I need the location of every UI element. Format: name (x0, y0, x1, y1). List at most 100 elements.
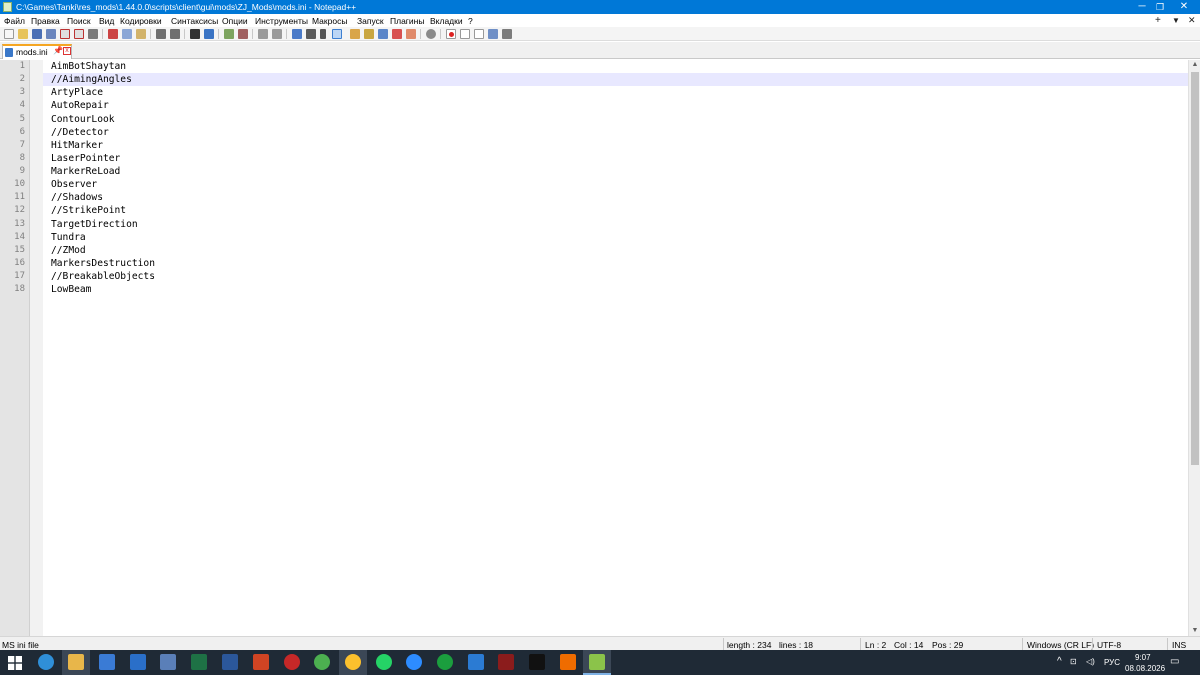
line-text[interactable]: //Shadows (51, 191, 103, 204)
menu-search[interactable]: Поиск (67, 16, 91, 26)
whatsapp-icon[interactable] (376, 654, 392, 670)
scroll-up-icon[interactable]: ▲ (1189, 60, 1200, 70)
line-text[interactable]: HitMarker (51, 139, 103, 152)
copy-icon[interactable] (122, 29, 132, 39)
editor-line[interactable]: 3 ArtyPlace (20, 86, 1188, 99)
text-area[interactable]: 1 AimBotShaytan 2//AimingAngles 3 ArtyPlace 4… (14, 60, 1188, 636)
new-tab-plus-icon[interactable]: + (1155, 15, 1161, 26)
run-multiple-macro-icon[interactable] (488, 29, 498, 39)
sync-horizontal-icon[interactable] (272, 29, 282, 39)
line-text[interactable]: //Detector (51, 126, 109, 139)
status-eol[interactable]: Windows (CR LF) (1027, 640, 1094, 650)
clock-date[interactable]: 08.08.2026 (1125, 664, 1165, 673)
editor-line[interactable]: 10 Observer (14, 178, 1188, 191)
red-app-icon[interactable] (284, 654, 300, 670)
status-encoding[interactable]: UTF-8 (1097, 640, 1121, 650)
line-text[interactable]: LaserPointer (51, 152, 120, 165)
paste-icon[interactable] (136, 29, 146, 39)
cut-icon[interactable] (108, 29, 118, 39)
editor-line[interactable]: 7 HitMarker (20, 139, 1188, 152)
fold-margin[interactable] (30, 60, 43, 636)
editor-line[interactable]: 6 //Detector (20, 126, 1188, 139)
menu-edit[interactable]: Правка (31, 16, 60, 26)
editor-line[interactable]: 11 //Shadows (14, 191, 1188, 204)
line-text[interactable]: AimBotShaytan (51, 60, 126, 73)
pin-icon[interactable]: 📌 (53, 46, 63, 55)
menu-file[interactable]: Файл (4, 16, 25, 26)
line-text[interactable]: MarkersDestruction (51, 257, 155, 270)
dark-app-icon[interactable] (498, 654, 514, 670)
save-all-icon[interactable] (46, 29, 56, 39)
menu-syntax[interactable]: Синтаксисы (171, 16, 218, 26)
chrome-profile-icon[interactable] (345, 654, 361, 670)
show-all-chars-icon[interactable] (306, 29, 316, 39)
line-text[interactable]: TargetDirection (51, 218, 138, 231)
close-doc-icon[interactable]: ✕ (1188, 15, 1196, 26)
menu-tools[interactable]: Инструменты (255, 16, 308, 26)
clock-time[interactable]: 9:07 (1135, 653, 1151, 662)
line-text[interactable]: //AimingAngles (51, 73, 132, 86)
save-macro-icon[interactable] (502, 29, 512, 39)
dropdown-chevron-icon[interactable] (320, 29, 326, 39)
function-list-icon[interactable] (392, 29, 402, 39)
new-file-icon[interactable] (4, 29, 14, 39)
replace-icon[interactable] (204, 29, 214, 39)
editor-line[interactable]: 9 MarkerReLoad (20, 165, 1188, 178)
monitoring-eye-icon[interactable] (426, 29, 436, 39)
editor-line[interactable]: 17 //BreakableObjects (14, 270, 1188, 283)
print-icon[interactable] (88, 29, 98, 39)
network-icon[interactable]: ⊡ (1070, 657, 1077, 666)
tab-close-icon[interactable]: x (63, 47, 71, 55)
zoom-icon[interactable] (406, 654, 422, 670)
line-text[interactable]: //BreakableObjects (51, 270, 155, 283)
file-explorer-icon[interactable] (68, 654, 84, 670)
zoom-out-icon[interactable] (238, 29, 248, 39)
line-text[interactable]: LowBeam (51, 283, 91, 296)
close-window-button[interactable]: ✕ (1170, 0, 1198, 14)
indent-guide-icon[interactable] (332, 29, 342, 39)
editor-line[interactable]: 8 LaserPointer (20, 152, 1188, 165)
line-text[interactable]: ArtyPlace (51, 86, 103, 99)
word-icon[interactable] (222, 654, 238, 670)
editor-line[interactable]: 15 //ZMod (14, 244, 1188, 257)
editor-line[interactable]: 1 AimBotShaytan (20, 60, 1188, 73)
excel-icon[interactable] (191, 654, 207, 670)
tab-list-down-icon[interactable]: ▼ (1172, 16, 1180, 25)
editor-line[interactable]: 12 //StrikePoint (14, 204, 1188, 217)
menu-plugins[interactable]: Плагины (390, 16, 424, 26)
snipping-tool-icon[interactable] (160, 654, 176, 670)
orange-app-icon[interactable] (560, 654, 576, 670)
notifications-icon[interactable]: ▭ (1170, 656, 1179, 667)
menu-view[interactable]: Вид (99, 16, 114, 26)
edge-icon[interactable] (38, 654, 54, 670)
outlook-icon[interactable] (130, 654, 146, 670)
line-text[interactable]: //StrikePoint (51, 204, 126, 217)
redo-icon[interactable] (170, 29, 180, 39)
terminal-icon[interactable] (529, 654, 545, 670)
editor-line[interactable]: 2 //AimingAngles (20, 73, 1188, 87)
record-macro-icon[interactable] (446, 29, 456, 39)
tab-mods-ini[interactable]: mods.ini 📌 x (2, 44, 72, 59)
editor-line[interactable]: 5 ContourLook (20, 113, 1188, 126)
menu-macros[interactable]: Макросы (312, 16, 347, 26)
undo-icon[interactable] (156, 29, 166, 39)
ms-store-icon[interactable] (99, 654, 115, 670)
line-text[interactable]: Tundra (51, 231, 86, 244)
find-icon[interactable] (190, 29, 200, 39)
doc-list-icon[interactable] (378, 29, 388, 39)
editor-line[interactable]: 4 AutoRepair (20, 99, 1188, 112)
udl-icon[interactable] (350, 29, 360, 39)
volume-icon[interactable]: ◁) (1086, 657, 1095, 666)
editor[interactable]: 1 AimBotShaytan 2//AimingAngles 3 ArtyPlace 4… (0, 60, 1200, 636)
editor-line[interactable]: 18 LowBeam (14, 283, 1188, 296)
menu-help[interactable]: ? (468, 16, 473, 26)
editor-line[interactable]: 13 TargetDirection (14, 218, 1188, 231)
stop-macro-icon[interactable] (460, 29, 470, 39)
line-text[interactable]: //ZMod (51, 244, 86, 257)
sync-vertical-icon[interactable] (258, 29, 268, 39)
blue-app-icon[interactable] (468, 654, 484, 670)
line-text[interactable]: ContourLook (51, 113, 115, 126)
line-text[interactable]: AutoRepair (51, 99, 109, 112)
scroll-down-icon[interactable]: ▼ (1189, 626, 1200, 636)
zoom-in-icon[interactable] (224, 29, 234, 39)
